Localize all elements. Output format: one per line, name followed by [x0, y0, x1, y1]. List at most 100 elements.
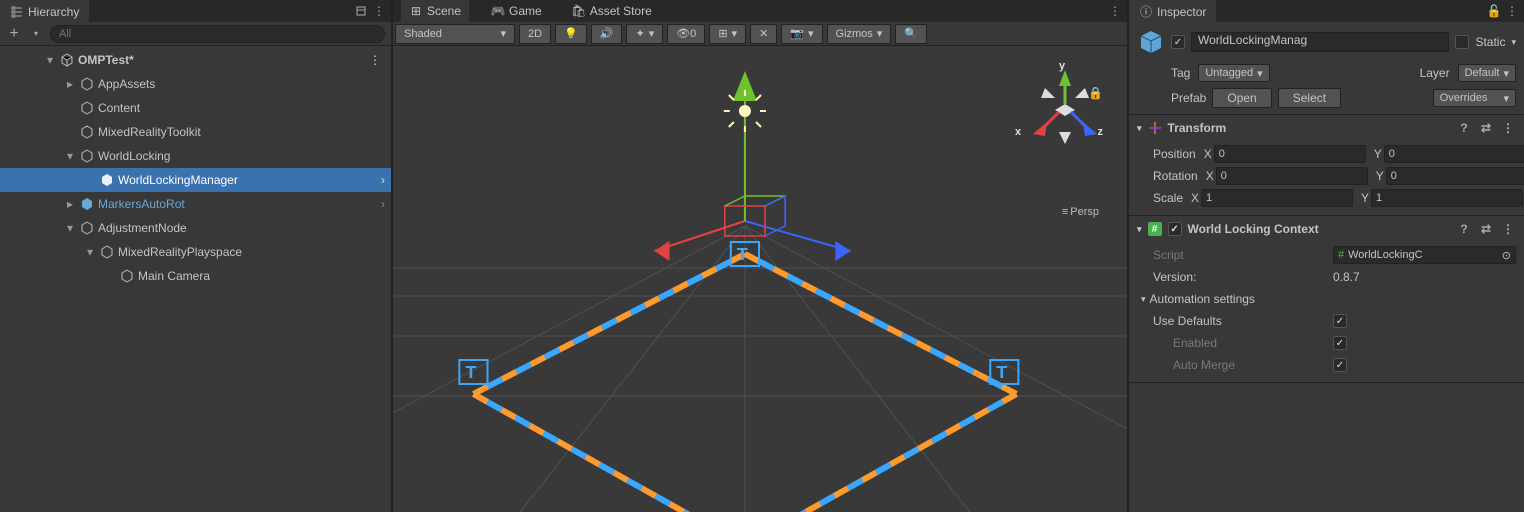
audio-toggle[interactable]: 🔊 — [591, 24, 623, 44]
panel-menu-icon[interactable]: ⋮ — [1504, 3, 1520, 19]
tag-layer-row: Tag Untagged▾ Layer Default▾ — [1129, 62, 1524, 84]
chevron-down-icon[interactable]: ▾ — [64, 149, 76, 163]
inspector-tab[interactable]: ⓘ Inspector — [1129, 0, 1216, 22]
scale-row: Scale X Y Z — [1137, 187, 1516, 209]
chevron-right-icon[interactable]: › — [381, 197, 385, 211]
lock-icon[interactable]: 🔓 — [1486, 3, 1502, 19]
chevron-down-icon[interactable]: ▾ — [1141, 294, 1146, 305]
tree-item-markersautorot[interactable]: ▸ MarkersAutoRot › — [0, 192, 391, 216]
position-y-input[interactable] — [1384, 145, 1524, 163]
chevron-down-icon[interactable]: ▾ — [1137, 123, 1142, 134]
prefab-open-button[interactable]: Open — [1212, 88, 1271, 108]
camera-toggle[interactable]: 📷▾ — [781, 24, 822, 44]
gameobject-icon — [80, 101, 94, 115]
collapse-icon[interactable] — [353, 3, 369, 19]
chevron-down-icon[interactable]: ▾ — [44, 53, 56, 67]
shading-dropdown[interactable]: Shaded▾ — [395, 24, 515, 44]
tree-item-mrplayspace[interactable]: ▾ MixedRealityPlayspace — [0, 240, 391, 264]
transform-header[interactable]: ▾ Transform ? ⇄ ⋮ — [1129, 115, 1524, 141]
chevron-right-icon[interactable]: ▸ — [64, 77, 76, 91]
inspector-tabbar: ⓘ Inspector 🔓 ⋮ — [1129, 0, 1524, 22]
active-checkbox[interactable] — [1171, 35, 1185, 49]
object-name-field[interactable]: WorldLockingManag — [1191, 32, 1449, 52]
hierarchy-panel: Hierarchy ⋮ + ▾ ▾ OMPTest* ⋮ ▸ AppAssets… — [0, 0, 393, 512]
hierarchy-tree: ▾ OMPTest* ⋮ ▸ AppAssets Content MixedRe… — [0, 46, 391, 512]
chevron-right-icon[interactable]: ▸ — [64, 197, 76, 211]
help-icon[interactable]: ? — [1456, 221, 1472, 237]
tree-item-maincamera[interactable]: Main Camera — [0, 264, 391, 288]
prefab-select-button[interactable]: Select — [1278, 88, 1341, 108]
rotation-x-input[interactable] — [1216, 167, 1368, 185]
scene-tab-label: Scene — [427, 4, 461, 18]
gizmos-dropdown[interactable]: Gizmos▾ — [827, 24, 892, 44]
fx-toggle[interactable]: ✦▾ — [626, 24, 663, 44]
scene-search-button[interactable]: 🔍 — [895, 24, 927, 44]
scene-icon: ⊞ — [409, 4, 423, 18]
object-header: WorldLockingManag Static ▾ — [1129, 22, 1524, 62]
asset-store-tab[interactable]: 🛍 Asset Store — [564, 0, 660, 22]
scene-root[interactable]: ▾ OMPTest* ⋮ — [0, 48, 391, 72]
panel-menu-icon[interactable]: ⋮ — [1107, 3, 1123, 19]
prefab-label: Prefab — [1171, 91, 1206, 105]
context-menu-icon[interactable]: ⋮ — [369, 53, 381, 67]
tree-item-content[interactable]: Content — [0, 96, 391, 120]
transform-icon — [1148, 121, 1162, 135]
object-picker-icon[interactable]: ⊙ — [1502, 249, 1511, 262]
overrides-dropdown[interactable]: Overrides▾ — [1433, 89, 1516, 107]
svg-text:T: T — [465, 362, 476, 382]
chevron-right-icon[interactable]: › — [381, 173, 385, 187]
scene-viewport[interactable]: T T T — [393, 46, 1127, 512]
game-tab[interactable]: 🎮 Game — [483, 0, 550, 22]
scene-tabbar: ⊞ Scene 🎮 Game 🛍 Asset Store ⋮ — [393, 0, 1127, 22]
static-checkbox[interactable] — [1455, 35, 1469, 49]
tree-item-worldlockingmanager[interactable]: WorldLockingManager › — [0, 168, 391, 192]
grid-toggle[interactable]: ⊞▾ — [709, 24, 746, 44]
audio-icon: 🔊 — [600, 27, 614, 40]
chevron-down-icon[interactable]: ▾ — [64, 221, 76, 235]
lighting-toggle[interactable]: 💡 — [555, 24, 587, 44]
hierarchy-tab[interactable]: Hierarchy — [0, 0, 89, 22]
dropdown-icon[interactable]: ▾ — [28, 26, 44, 42]
rotation-y-input[interactable] — [1386, 167, 1524, 185]
preset-icon[interactable]: ⇄ — [1478, 120, 1494, 136]
game-icon: 🎮 — [491, 4, 505, 18]
lock-icon[interactable]: 🔒 — [1088, 86, 1103, 100]
tag-dropdown[interactable]: Untagged▾ — [1198, 64, 1269, 82]
scale-y-input[interactable] — [1371, 189, 1523, 207]
use-defaults-label: Use Defaults — [1153, 314, 1333, 328]
scale-x-input[interactable] — [1201, 189, 1353, 207]
version-value: 0.8.7 — [1333, 270, 1360, 284]
help-icon[interactable]: ? — [1456, 120, 1472, 136]
automation-header-row[interactable]: ▾ Automation settings — [1137, 288, 1516, 310]
script-icon: # — [1148, 222, 1162, 236]
tree-item-worldlocking[interactable]: ▾ WorldLocking — [0, 144, 391, 168]
tree-item-mrtk[interactable]: MixedRealityToolkit — [0, 120, 391, 144]
preset-icon[interactable]: ⇄ — [1478, 221, 1494, 237]
orientation-gizmo[interactable]: y x z — [1019, 64, 1099, 144]
component-menu-icon[interactable]: ⋮ — [1500, 221, 1516, 237]
visibility-toggle[interactable]: 👁0 — [667, 24, 705, 44]
use-defaults-checkbox[interactable] — [1333, 314, 1347, 328]
enabled-row: Enabled — [1137, 332, 1516, 354]
chevron-down-icon[interactable]: ▾ — [84, 245, 96, 259]
chevron-down-icon[interactable]: ▾ — [1137, 224, 1142, 235]
wlc-header[interactable]: ▾ # World Locking Context ? ⇄ ⋮ — [1129, 216, 1524, 242]
2d-toggle[interactable]: 2D — [519, 24, 551, 44]
chevron-down-icon[interactable]: ▾ — [1511, 37, 1516, 48]
add-button[interactable]: + — [6, 26, 22, 42]
search-input[interactable] — [50, 25, 385, 43]
scene-tab[interactable]: ⊞ Scene — [401, 0, 469, 22]
svg-text:T: T — [996, 362, 1007, 382]
tree-item-appassets[interactable]: ▸ AppAssets — [0, 72, 391, 96]
layer-dropdown[interactable]: Default▾ — [1458, 64, 1516, 82]
tools-toggle[interactable]: ✕ — [750, 24, 777, 44]
projection-label[interactable]: ≡Persp — [1062, 206, 1099, 218]
enabled-label: Enabled — [1173, 336, 1333, 350]
panel-menu-icon[interactable]: ⋮ — [371, 3, 387, 19]
scene-panel: ⊞ Scene 🎮 Game 🛍 Asset Store ⋮ Shaded▾ 2… — [393, 0, 1127, 512]
version-label: Version: — [1153, 270, 1333, 284]
tree-item-adjustmentnode[interactable]: ▾ AdjustmentNode — [0, 216, 391, 240]
component-menu-icon[interactable]: ⋮ — [1500, 120, 1516, 136]
wlc-enabled-checkbox[interactable] — [1168, 222, 1182, 236]
position-x-input[interactable] — [1214, 145, 1366, 163]
